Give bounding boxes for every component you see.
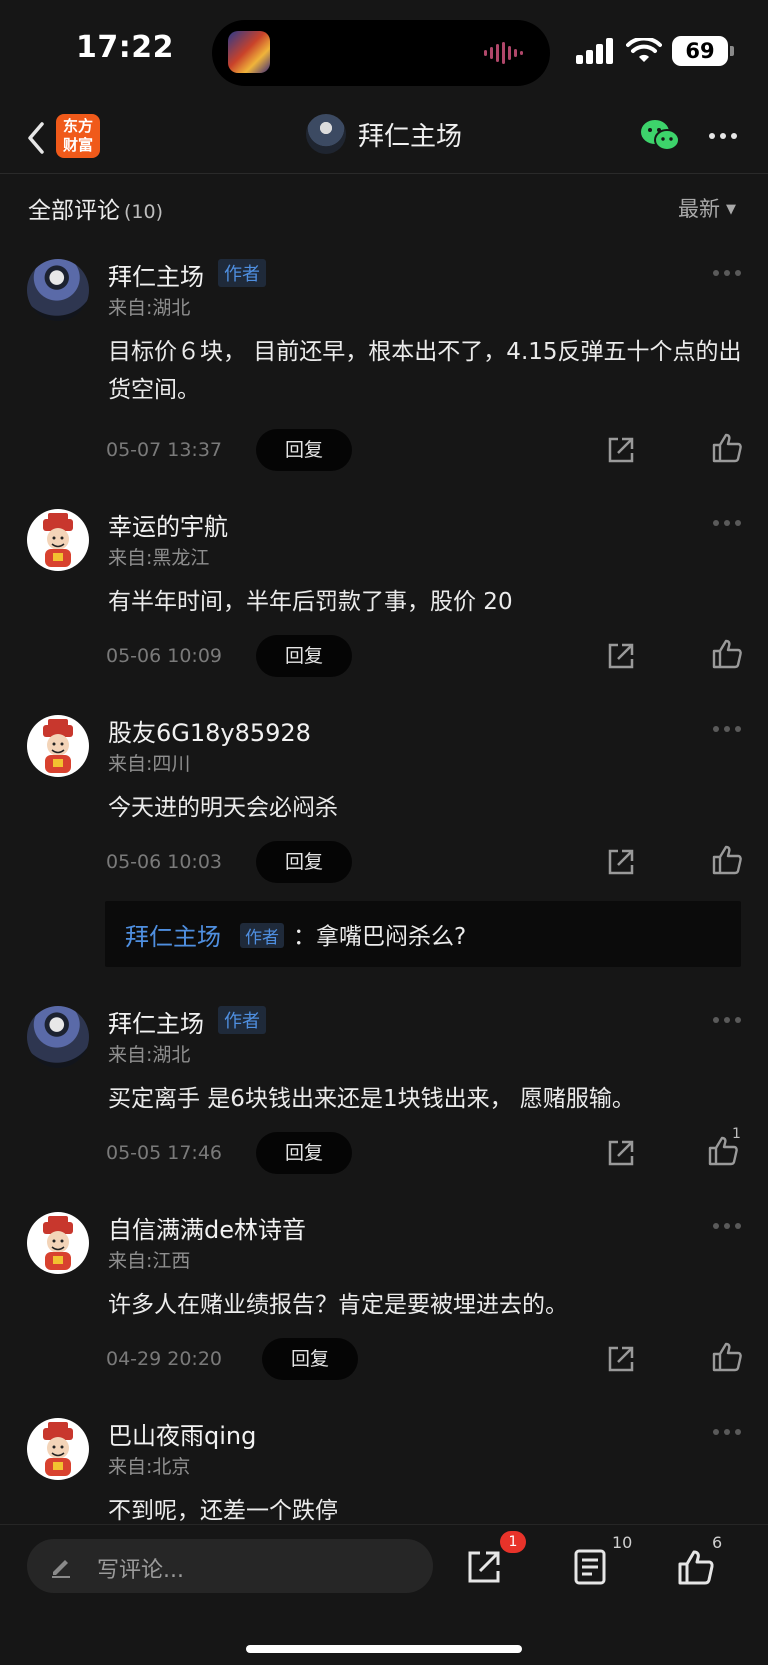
share-icon[interactable] [604, 639, 638, 673]
avatar[interactable] [27, 715, 89, 777]
fortune-god-avatar-icon [43, 1422, 73, 1476]
share-icon[interactable] [604, 433, 638, 467]
comment-username[interactable]: 股友6G18y85928 [108, 713, 311, 748]
brand-logo-line2: 财富 [62, 136, 93, 154]
reply-text: ：拿嘴巴闷杀么? [293, 924, 467, 950]
thumbs-up-icon[interactable] [710, 1340, 744, 1374]
share-icon[interactable] [464, 1547, 504, 1587]
thumbs-up-icon[interactable] [710, 637, 744, 671]
thumbs-up-icon[interactable] [710, 843, 744, 877]
caret-down-icon: ▼ [726, 202, 736, 217]
comment-time: 05-07 13:37 [106, 439, 223, 461]
comment-text: 许多人在赌业绩报告？肯定是要被埋进去的。 [108, 1292, 568, 1318]
brand-logo[interactable]: 东方 财富 [56, 114, 100, 158]
nav-bar: 东方 财富 拜仁主场 [0, 104, 768, 174]
sort-label: 最新 [678, 197, 720, 221]
comment-text: 买定离手 是6块钱出来还是1块钱出来， 愿赌服输。 [108, 1086, 635, 1112]
comment-input-placeholder: 写评论... [97, 1558, 184, 1583]
now-playing-app-icon[interactable] [228, 31, 270, 73]
avatar[interactable] [27, 1006, 89, 1068]
author-badge: 作者 [218, 1006, 266, 1034]
comment-location: 来自:黑龙江 [108, 547, 210, 569]
comment-more-icon[interactable] [712, 269, 742, 277]
author-avatar[interactable] [306, 114, 346, 154]
comment-location: 来自:湖北 [108, 1044, 191, 1066]
comment-username[interactable]: 幸运的宇航 [108, 507, 228, 542]
avatar[interactable] [27, 1418, 89, 1480]
comment-location: 来自:江西 [108, 1250, 191, 1272]
thumbs-up-icon[interactable] [710, 431, 744, 465]
system-icons: 69 [576, 36, 734, 66]
reply-button[interactable]: 回复 [262, 1338, 358, 1380]
reply-button[interactable]: 回复 [256, 841, 352, 883]
fortune-god-avatar-icon [43, 719, 73, 773]
comment-text: 有半年时间，半年后罚款了事，股价 20 [108, 589, 513, 615]
bottom-action-bar: 写评论... 1 10 6 [0, 1524, 768, 1665]
fortune-god-avatar-icon [43, 1216, 73, 1270]
comment-more-icon[interactable] [712, 1222, 742, 1230]
comments-list-icon[interactable] [570, 1547, 610, 1587]
avatar[interactable] [27, 259, 89, 321]
page-title: 拜仁主场 [358, 121, 463, 152]
status-bar: 17:22 69 [0, 0, 768, 104]
comment-more-icon[interactable] [712, 519, 742, 527]
comments-title-text: 全部评论 [28, 198, 120, 224]
comment-username[interactable]: 拜仁主场 [108, 257, 204, 292]
comment-location: 来自:四川 [108, 753, 191, 775]
fortune-god-avatar-icon [43, 513, 73, 567]
comment-input[interactable]: 写评论... [27, 1539, 433, 1593]
reply-thread[interactable]: 拜仁主场 作者 ：拿嘴巴闷杀么? [105, 901, 741, 967]
home-indicator[interactable] [246, 1645, 522, 1653]
reply-text-content: 拿嘴巴闷杀么? [316, 924, 467, 950]
comment-time: 04-29 20:20 [106, 1348, 223, 1370]
comment-location: 来自:湖北 [108, 297, 191, 319]
avatar[interactable] [27, 509, 89, 571]
comment-username[interactable]: 自信满满de林诗音 [108, 1210, 306, 1245]
wechat-share-icon[interactable] [640, 118, 680, 154]
comment-time: 05-06 10:03 [106, 851, 223, 873]
avatar[interactable] [27, 1212, 89, 1274]
cellular-signal-icon [576, 38, 613, 64]
battery-indicator: 69 [672, 36, 734, 66]
share-icon[interactable] [604, 845, 638, 879]
comment-username[interactable]: 拜仁主场 [108, 1004, 204, 1039]
audio-waveform-icon [484, 42, 523, 64]
thumbs-up-icon[interactable] [676, 1547, 716, 1587]
comments-count-label: 10 [612, 1533, 633, 1552]
author-badge: 作者 [218, 259, 266, 287]
nav-author[interactable]: 拜仁主场 [306, 114, 462, 154]
comment-more-icon[interactable] [712, 725, 742, 733]
author-badge: 作者 [240, 923, 284, 948]
sort-dropdown[interactable]: 最新 ▼ [678, 193, 736, 223]
back-arrow-icon[interactable] [22, 116, 52, 160]
comments-title: 全部评论 (10) [28, 191, 163, 225]
comment-text: 今天进的明天会必闷杀 [108, 795, 338, 821]
comment-location: 来自:北京 [108, 1456, 191, 1478]
reply-button[interactable]: 回复 [256, 635, 352, 677]
pencil-icon [52, 1560, 70, 1578]
share-icon[interactable] [604, 1342, 638, 1376]
comments-count: (10) [124, 201, 164, 223]
comment-username[interactable]: 巴山夜雨qing [108, 1416, 256, 1451]
comment-text: 目标价６块， 目前还早，根本出不了，4.15反弹五十个点的出货空间。 [108, 339, 742, 403]
more-options-icon[interactable] [706, 124, 740, 148]
dynamic-island[interactable] [212, 20, 550, 86]
brand-logo-line1: 东方 [62, 117, 93, 135]
share-icon[interactable] [604, 1136, 638, 1170]
comment-time: 05-05 17:46 [106, 1142, 223, 1164]
comment-more-icon[interactable] [712, 1016, 742, 1024]
like-count: 1 [732, 1126, 741, 1142]
comments-header: 全部评论 (10) 最新 ▼ [0, 175, 768, 239]
wifi-icon [626, 38, 662, 62]
likes-count-label: 6 [712, 1533, 723, 1552]
status-time: 17:22 [76, 30, 174, 65]
reply-username[interactable]: 拜仁主场 [125, 917, 221, 952]
comment-more-icon[interactable] [712, 1428, 742, 1436]
reply-button[interactable]: 回复 [256, 429, 352, 471]
reply-button[interactable]: 回复 [256, 1132, 352, 1174]
share-badge: 1 [500, 1531, 526, 1553]
comment-time: 05-06 10:09 [106, 645, 223, 667]
